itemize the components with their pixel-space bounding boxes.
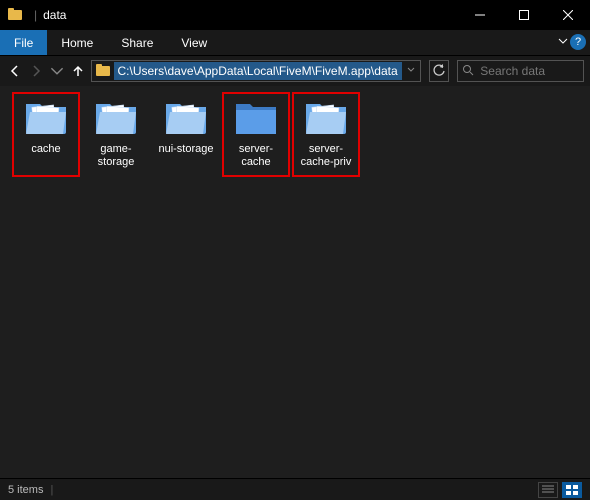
tab-view[interactable]: View <box>167 30 221 55</box>
status-item-count: 5 items <box>8 484 43 496</box>
window-title: data <box>43 8 66 22</box>
up-button[interactable] <box>69 60 86 82</box>
search-icon <box>462 64 474 79</box>
address-dropdown-icon[interactable] <box>402 66 420 76</box>
folder-label: server-cache-priv <box>296 143 356 169</box>
title-divider: | <box>34 8 37 22</box>
folder-icon <box>94 98 138 139</box>
folder-label: server-cache <box>226 143 286 169</box>
menu-bar: File Home Share View ? <box>0 30 590 56</box>
address-path[interactable]: C:\Users\dave\AppData\Local\FiveM\FiveM.… <box>114 62 402 80</box>
forward-button[interactable] <box>27 60 44 82</box>
status-bar: 5 items | <box>0 478 590 500</box>
back-button[interactable] <box>6 60 23 82</box>
tab-share[interactable]: Share <box>107 30 167 55</box>
folder-item[interactable]: cache <box>12 92 80 177</box>
tab-home[interactable]: Home <box>47 30 107 55</box>
search-input[interactable]: Search data <box>457 60 584 82</box>
title-bar: | data <box>0 0 590 30</box>
help-button[interactable]: ? <box>570 34 586 50</box>
folder-icon <box>24 98 68 139</box>
window-folder-icon <box>8 8 22 23</box>
folder-icon <box>234 98 278 139</box>
minimize-button[interactable] <box>458 0 502 30</box>
search-placeholder: Search data <box>480 64 545 78</box>
address-folder-icon <box>96 64 110 79</box>
view-details-button[interactable] <box>538 482 558 498</box>
ribbon-expand-icon[interactable] <box>558 36 568 49</box>
folder-icon <box>304 98 348 139</box>
folder-item[interactable]: server-cache <box>222 92 290 177</box>
folder-icon <box>164 98 208 139</box>
file-list: cache game-storage nui-storage server-cache… <box>0 86 590 478</box>
folder-label: game-storage <box>86 143 146 169</box>
recent-locations-dropdown[interactable] <box>48 60 65 82</box>
close-button[interactable] <box>546 0 590 30</box>
refresh-button[interactable] <box>429 60 450 82</box>
view-icons-button[interactable] <box>562 482 582 498</box>
folder-label: cache <box>31 143 60 156</box>
folder-item[interactable]: nui-storage <box>152 92 220 177</box>
address-bar[interactable]: C:\Users\dave\AppData\Local\FiveM\FiveM.… <box>91 60 421 82</box>
navigation-bar: C:\Users\dave\AppData\Local\FiveM\FiveM.… <box>0 56 590 86</box>
folder-label: nui-storage <box>158 143 213 156</box>
maximize-button[interactable] <box>502 0 546 30</box>
folder-item[interactable]: game-storage <box>82 92 150 177</box>
folder-item[interactable]: server-cache-priv <box>292 92 360 177</box>
tab-file[interactable]: File <box>0 30 47 55</box>
